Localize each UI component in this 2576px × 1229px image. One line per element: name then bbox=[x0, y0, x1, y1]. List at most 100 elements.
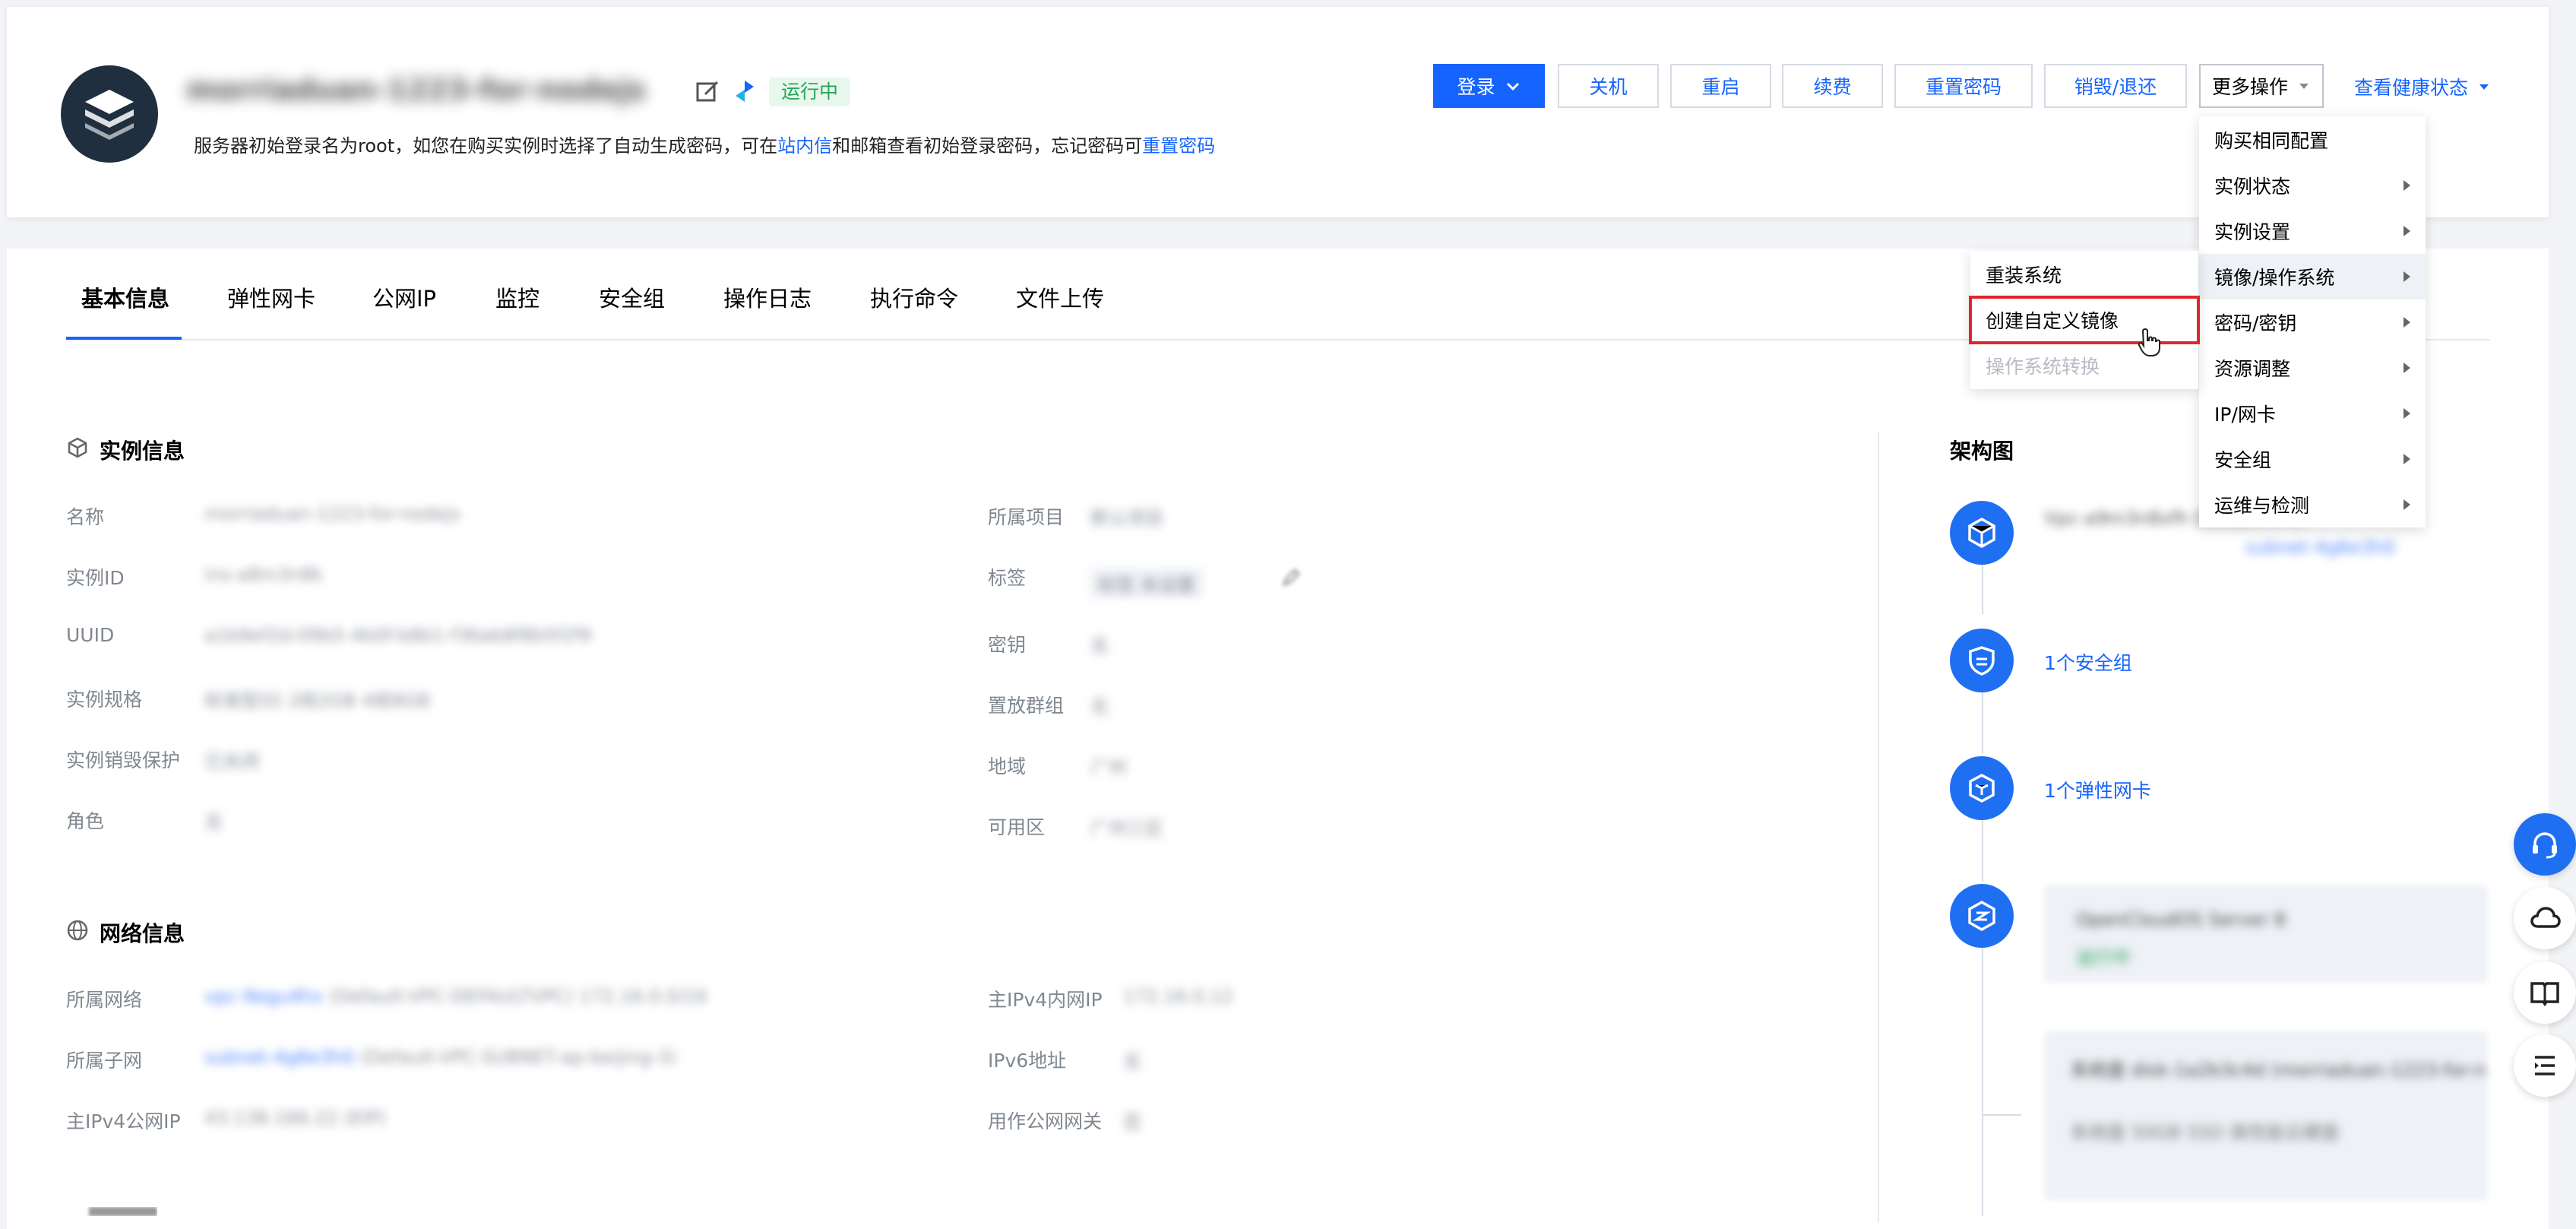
vpc-value: vpc-9egu4hx (Default-VPC-DEFAULTVPC) 172… bbox=[204, 986, 707, 1007]
health-status-button[interactable]: 查看健康状态 bbox=[2354, 73, 2491, 100]
more-actions-label: 更多操作 bbox=[2211, 76, 2288, 98]
caret-right-icon bbox=[2404, 363, 2410, 373]
menu-list-button[interactable] bbox=[2514, 1034, 2576, 1097]
tab-execute-command[interactable]: 执行命令 bbox=[870, 281, 958, 313]
list-icon bbox=[2535, 1056, 2555, 1075]
vpc-link[interactable]: vpc-9egu4hx bbox=[204, 986, 323, 1007]
network-info-title: 网络信息 bbox=[100, 921, 185, 946]
arch-connector bbox=[1982, 692, 1983, 754]
vpc-subnet-link[interactable]: subnet-4g6e3h0 bbox=[2245, 537, 2395, 558]
customer-service-button[interactable] bbox=[2514, 813, 2576, 876]
caret-right-icon bbox=[2404, 317, 2410, 328]
menu-item-password-key[interactable]: 密码/密钥 bbox=[2199, 299, 2426, 345]
uuid-value: a1b9ef2d-09b5-4b0f-b8b1-f36ab8f8b5f2f9 bbox=[204, 625, 592, 646]
cvm-node bbox=[1950, 884, 2014, 948]
caret-right-icon bbox=[2404, 271, 2410, 282]
book-icon bbox=[2530, 982, 2559, 1007]
tab-monitor[interactable]: 监控 bbox=[495, 281, 540, 313]
status-badge: 运行中 bbox=[769, 78, 851, 106]
reset-password-button[interactable]: 重置密码 bbox=[1894, 64, 2033, 108]
globe-icon bbox=[66, 919, 89, 945]
hint-middle: 和邮箱查看初始登录密码，忘记密码可 bbox=[832, 135, 1143, 157]
cloud-assistant-button[interactable] bbox=[2514, 887, 2576, 949]
public-gateway-value: 否 bbox=[1123, 1112, 1141, 1133]
hint-prefix: 服务器初始登录名为root，如您在购买实例时选择了自动生成密码，可在 bbox=[194, 135, 778, 157]
name-value: morriaduan-1223-for-nodejs bbox=[204, 503, 460, 524]
tab-file-upload[interactable]: 文件上传 bbox=[1016, 281, 1104, 313]
tags-label: 标签 bbox=[988, 567, 1027, 589]
menu-item-buy-same[interactable]: 购买相同配置 bbox=[2199, 117, 2426, 163]
security-group-link[interactable]: 1个安全组 bbox=[2044, 648, 2132, 676]
menu-item-ops-monitor[interactable]: 运维与检测 bbox=[2199, 482, 2426, 527]
restart-button[interactable]: 重启 bbox=[1670, 64, 1771, 108]
menu-item-instance-settings[interactable]: 实例设置 bbox=[2199, 208, 2426, 254]
arch-title: 架构图 bbox=[1950, 439, 2014, 464]
health-status-label: 查看健康状态 bbox=[2354, 77, 2469, 99]
caret-right-icon bbox=[2404, 226, 2410, 236]
menu-item-resource-adjust[interactable]: 资源调整 bbox=[2199, 345, 2426, 391]
keypair-label: 密钥 bbox=[988, 634, 1027, 656]
hand-cursor-icon bbox=[2137, 327, 2163, 360]
renew-button[interactable]: 续费 bbox=[1782, 64, 1883, 108]
cube-stack-icon bbox=[85, 90, 134, 140]
tab-eni[interactable]: 弹性网卡 bbox=[227, 281, 315, 313]
region-value: 广州 bbox=[1090, 757, 1127, 778]
tab-security-group[interactable]: 安全组 bbox=[599, 281, 665, 313]
uuid-label: UUID bbox=[66, 624, 115, 646]
shutdown-button[interactable]: 关机 bbox=[1558, 64, 1659, 108]
eni-node bbox=[1950, 756, 2014, 820]
more-actions-button[interactable]: 更多操作 bbox=[2199, 64, 2324, 108]
role-label: 角色 bbox=[66, 810, 105, 832]
menu-item-instance-status[interactable]: 实例状态 bbox=[2199, 163, 2426, 208]
active-tab-indicator bbox=[66, 337, 182, 340]
reset-password-link[interactable]: 重置密码 bbox=[1142, 135, 1215, 157]
next-section-title-partial bbox=[66, 1207, 157, 1216]
submenu-item-reinstall[interactable]: 重装系统 bbox=[1970, 252, 2198, 297]
disk-name-text: 系统盘 disk-1a2b3c4d (morriaduan-1223-for-n bbox=[2071, 1060, 2486, 1081]
subnet-value: subnet-4g6e3h0 (Default-VPC-SUBNET-ap-be… bbox=[204, 1047, 677, 1068]
project-value: 默认项目 bbox=[1090, 508, 1163, 529]
zone-value: 广州三区 bbox=[1090, 818, 1163, 839]
placement-group-label: 置放群组 bbox=[988, 695, 1065, 717]
security-group-node bbox=[1950, 629, 2014, 692]
name-label: 名称 bbox=[66, 506, 105, 528]
edit-icon[interactable] bbox=[1280, 567, 1302, 591]
inbox-link[interactable]: 站内信 bbox=[777, 135, 832, 157]
arch-connector bbox=[1982, 819, 1983, 882]
menu-item-image-os[interactable]: 镜像/操作系统 bbox=[2199, 254, 2426, 299]
docs-button[interactable] bbox=[2514, 961, 2576, 1024]
tags-value: 标签 未设置 bbox=[1090, 569, 1203, 598]
menu-item-security-group[interactable]: 安全组 bbox=[2199, 436, 2426, 482]
instance-spec-label: 实例规格 bbox=[66, 689, 143, 711]
vpc-icon bbox=[1968, 517, 1995, 549]
column-divider bbox=[1878, 432, 1879, 1222]
project-label: 所属项目 bbox=[988, 506, 1065, 528]
tab-basic-info[interactable]: 基本信息 bbox=[81, 281, 169, 313]
instance-name: morriaduan-1223-for-nodejs bbox=[186, 73, 647, 106]
ipv6-label: IPv6地址 bbox=[988, 1050, 1067, 1072]
submenu-item-create-image[interactable]: 创建自定义镜像 bbox=[1969, 296, 2200, 344]
subnet-label: 所属子网 bbox=[66, 1050, 143, 1072]
menu-item-ip-eni[interactable]: IP/网卡 bbox=[2199, 391, 2426, 436]
tab-operation-log[interactable]: 操作日志 bbox=[723, 281, 812, 313]
vpc-label: 所属网络 bbox=[66, 989, 143, 1011]
ipv6-value: 无 bbox=[1123, 1051, 1141, 1072]
caret-down-icon bbox=[2299, 84, 2309, 89]
public-ip-label: 主IPv4公网IP bbox=[66, 1110, 181, 1132]
tab-public-ip[interactable]: 公网IP bbox=[372, 281, 436, 313]
private-ip-value: 172.16.0.12 bbox=[1123, 986, 1234, 1007]
instance-id-value: ins-a8m3n8k bbox=[204, 564, 324, 585]
chevron-down-icon bbox=[1506, 82, 1519, 91]
eni-link[interactable]: 1个弹性网卡 bbox=[2044, 776, 2151, 803]
cvm-icon bbox=[1968, 900, 1995, 932]
login-button[interactable]: 登录 bbox=[1433, 64, 1545, 108]
instance-header bbox=[7, 7, 2549, 217]
edit-icon[interactable] bbox=[695, 78, 722, 105]
os-logo-icon bbox=[731, 78, 758, 105]
private-ip-label: 主IPv4内网IP bbox=[988, 989, 1103, 1011]
instance-spec-value: 标准型S5 2核2GB 4核8GB bbox=[204, 690, 430, 711]
more-actions-menu: 购买相同配置 实例状态 实例设置 镜像/操作系统 密码/密钥 资源调整 IP/网… bbox=[2199, 116, 2426, 527]
destroy-button[interactable]: 销毁/退还 bbox=[2044, 64, 2187, 108]
subnet-link[interactable]: subnet-4g6e3h0 bbox=[204, 1047, 354, 1068]
public-ip-value: 43.138.166.22 (EIP) bbox=[204, 1107, 386, 1129]
